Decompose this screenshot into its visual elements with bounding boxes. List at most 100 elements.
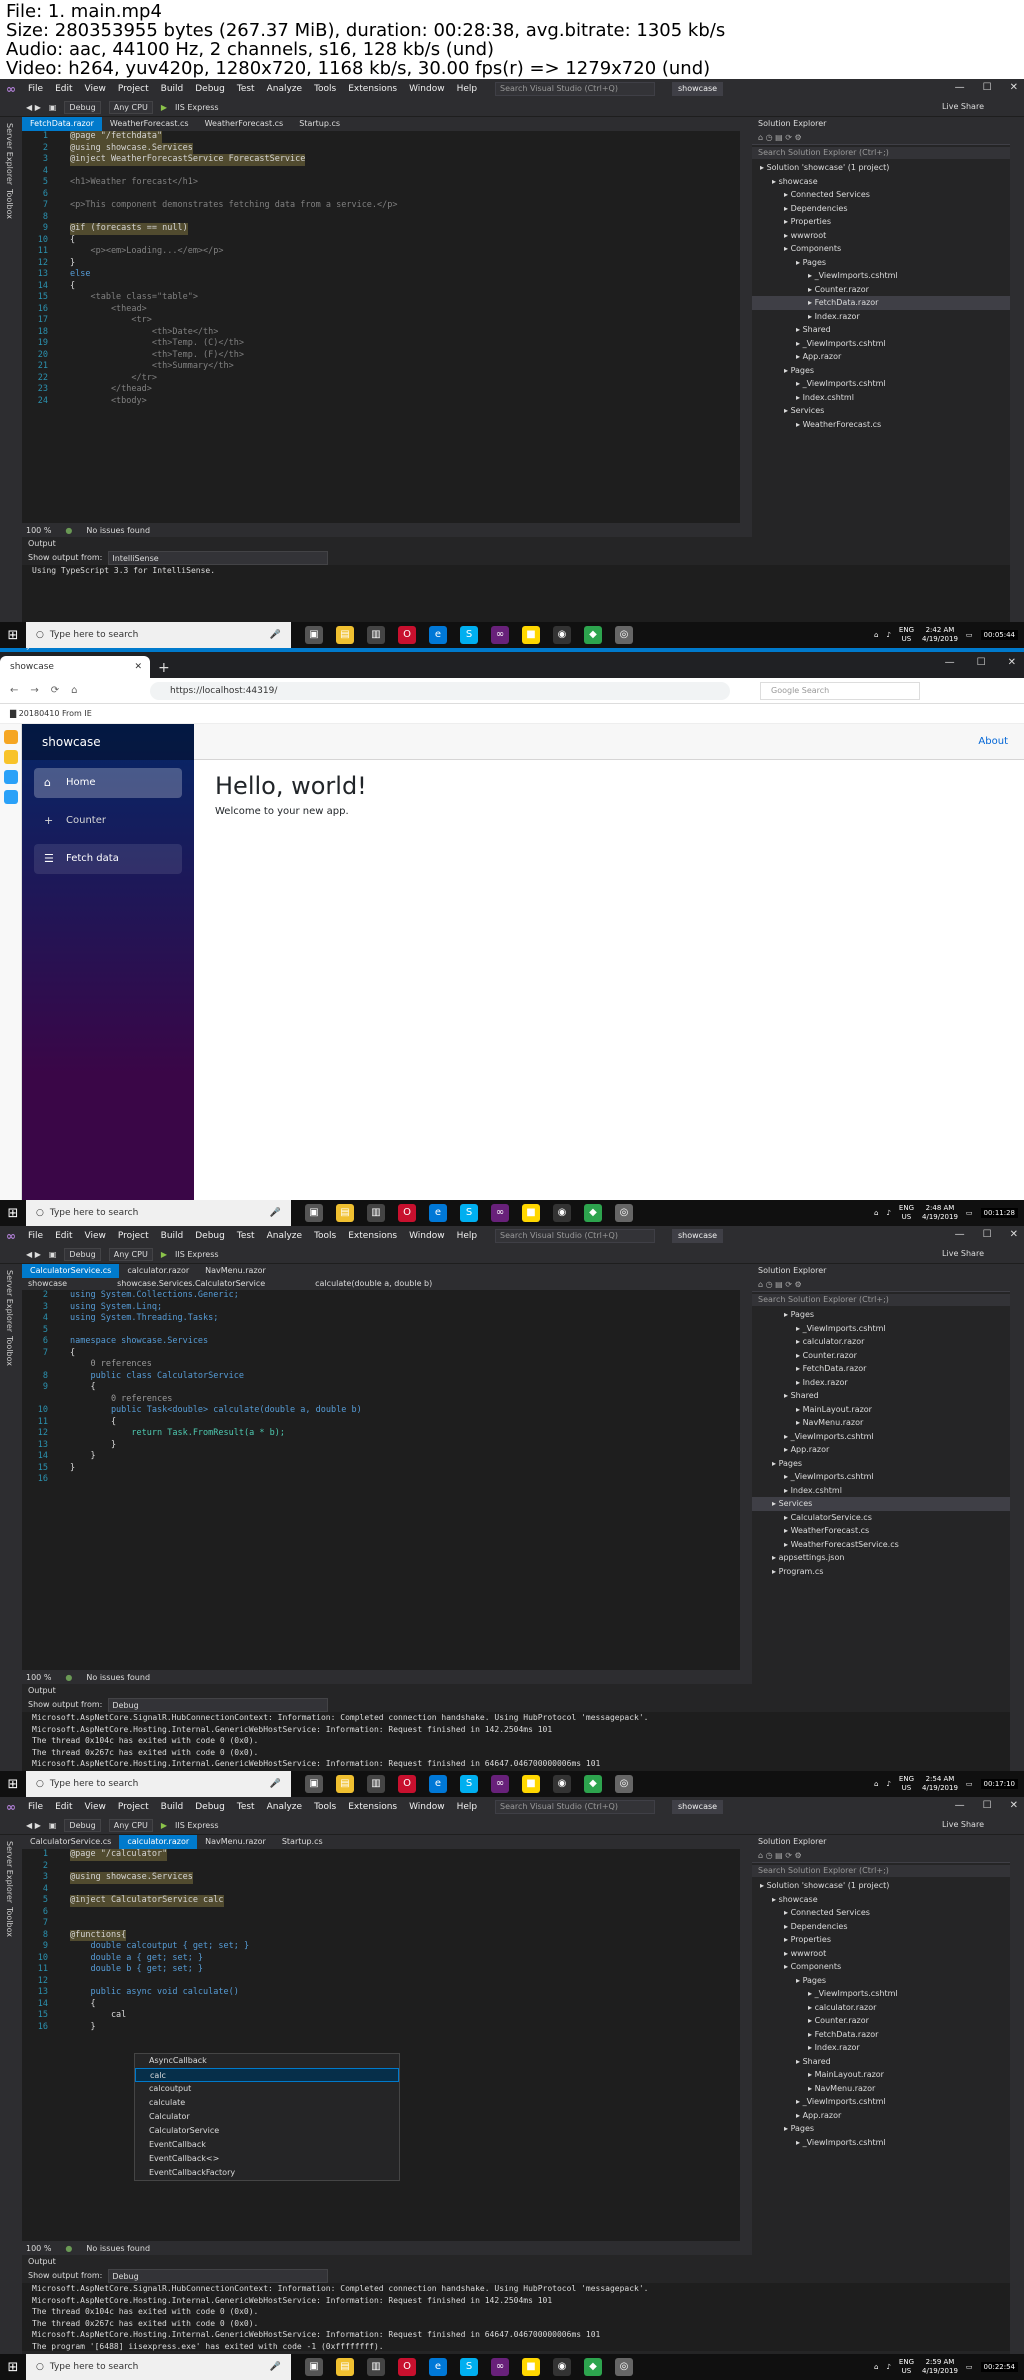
taskbar-search[interactable]: ○ Type here to search 🎤 bbox=[26, 1200, 291, 1226]
close-icon[interactable]: ✕ bbox=[1008, 657, 1016, 668]
clock[interactable]: 2:59 AM 4/19/2019 bbox=[922, 2358, 958, 2376]
nav-dropdown[interactable]: showcase bbox=[28, 1278, 67, 1290]
notifications-icon[interactable]: ▭ bbox=[966, 2363, 973, 2371]
network-icon[interactable]: ⌂ bbox=[874, 2363, 878, 2371]
code-line[interactable]: 16 bbox=[22, 1474, 740, 1486]
server-explorer-tab[interactable]: Server Explorer bbox=[5, 1270, 14, 1332]
back-icon[interactable]: ◀ ▶ bbox=[26, 103, 41, 112]
edge-icon[interactable]: e bbox=[429, 626, 447, 644]
code-line[interactable]: 4 bbox=[22, 166, 740, 178]
windows-start-icon[interactable]: ⊞ bbox=[0, 1777, 26, 1792]
code-line[interactable]: 1 @page "/calculator" bbox=[22, 1849, 740, 1861]
menu-item[interactable]: Analyze bbox=[267, 1802, 302, 1812]
zoom-level[interactable]: 100 % bbox=[26, 2244, 51, 2253]
output-source-select[interactable]: Debug bbox=[108, 2269, 329, 2283]
edge-icon[interactable]: e bbox=[429, 1204, 447, 1222]
tree-item[interactable]: ▸ Components bbox=[752, 1960, 1010, 1974]
microphone-icon[interactable]: 🎤 bbox=[270, 1208, 281, 1218]
tree-item[interactable]: ▸ showcase bbox=[752, 175, 1010, 189]
code-line[interactable]: 10 public Task<double> calculate(double … bbox=[22, 1405, 740, 1417]
solution-explorer-toolbar[interactable]: ⌂ ◷ ▤ ⟳ ⚙ bbox=[752, 131, 1010, 145]
menu-item[interactable]: Extensions bbox=[348, 1231, 397, 1241]
code-line[interactable]: 13 else bbox=[22, 269, 740, 281]
autocomplete-item[interactable]: calculate bbox=[135, 2096, 399, 2110]
visual-studio-icon[interactable]: ∞ bbox=[491, 1204, 509, 1222]
toolbox-tab[interactable]: Toolbox bbox=[5, 1336, 14, 1366]
code-line[interactable]: 6 namespace showcase.Services bbox=[22, 1336, 740, 1348]
configuration-select[interactable]: Debug bbox=[64, 1248, 101, 1261]
volume-icon[interactable]: ♪ bbox=[886, 1209, 890, 1217]
tree-item[interactable]: ▸ FetchData.razor bbox=[752, 296, 1010, 310]
code-line[interactable]: 6 bbox=[22, 1907, 740, 1919]
menu-item[interactable]: Edit bbox=[55, 1802, 72, 1812]
editor-tab[interactable]: FetchData.razor bbox=[22, 117, 102, 131]
app-icon[interactable]: ◉ bbox=[553, 1775, 571, 1793]
nav-link-home[interactable]: ⌂ Home bbox=[34, 768, 182, 798]
navigation-bar[interactable]: showcase showcase.Services.CalculatorServ… bbox=[22, 1278, 740, 1290]
menu-item[interactable]: File bbox=[28, 1802, 43, 1812]
code-editor[interactable]: CalculatorService.cs calculator.razor NavM… bbox=[22, 1264, 740, 1684]
code-line[interactable]: 2 bbox=[22, 1861, 740, 1873]
code-line[interactable]: 24 <tbody> bbox=[22, 396, 740, 408]
code-line[interactable]: 12} bbox=[22, 258, 740, 270]
maximize-icon[interactable]: ☐ bbox=[983, 1229, 992, 1240]
edge-icon[interactable]: e bbox=[429, 2358, 447, 2376]
app-gray-icon[interactable]: ◎ bbox=[615, 1204, 633, 1222]
sidebar-app-icon[interactable] bbox=[4, 770, 18, 784]
solution-explorer-toolbar[interactable]: ⌂ ◷ ▤ ⟳ ⚙ bbox=[752, 1849, 1010, 1863]
live-share-button[interactable]: Live Share bbox=[942, 102, 984, 111]
tree-item[interactable]: ▸ Pages bbox=[752, 1308, 1010, 1322]
tree-item[interactable]: ▸ Connected Services bbox=[752, 1906, 1010, 1920]
menu-item[interactable]: Extensions bbox=[348, 1802, 397, 1812]
code-line[interactable]: 4 using System.Threading.Tasks; bbox=[22, 1313, 740, 1325]
code-line[interactable]: 1 @page "/fetchdata" bbox=[22, 131, 740, 143]
editor-tab[interactable]: NavMenu.razor bbox=[197, 1835, 274, 1849]
reload-icon[interactable]: ⟳ bbox=[51, 685, 59, 696]
tree-item[interactable]: ▸ wwwroot bbox=[752, 229, 1010, 243]
code-line[interactable]: 13 public async void calculate() bbox=[22, 1987, 740, 1999]
tree-item[interactable]: ▸ calculator.razor bbox=[752, 2001, 1010, 2015]
menu-item[interactable]: Build bbox=[161, 1802, 184, 1812]
new-tab-icon[interactable]: + bbox=[158, 660, 170, 676]
tree-item[interactable]: ▸ Connected Services bbox=[752, 188, 1010, 202]
code-area[interactable]: 1 @page "/fetchdata" 2 @using showcase.Serv… bbox=[22, 131, 740, 509]
autocomplete-popup[interactable]: AsyncCallback calc calcoutput calculate Calc… bbox=[134, 2053, 400, 2181]
tree-item[interactable]: ▸ _ViewImports.cshtml bbox=[752, 2136, 1010, 2150]
code-line[interactable]: 6 bbox=[22, 189, 740, 201]
close-tab-icon[interactable]: ✕ bbox=[134, 656, 142, 678]
tree-item[interactable]: ▸ Counter.razor bbox=[752, 1349, 1010, 1363]
solution-search-input[interactable]: Search Solution Explorer (Ctrl+;) bbox=[752, 1294, 1010, 1306]
platform-select[interactable]: Any CPU bbox=[108, 1819, 153, 1832]
code-line[interactable]: 12 bbox=[22, 1976, 740, 1988]
run-icon[interactable]: ▶ bbox=[161, 103, 167, 112]
tree-item[interactable]: ▸ MainLayout.razor bbox=[752, 2068, 1010, 2082]
menu-item[interactable]: Window bbox=[409, 84, 445, 94]
editor-tab[interactable]: WeatherForecast.cs bbox=[197, 117, 292, 131]
code-line[interactable]: 14 { bbox=[22, 281, 740, 293]
code-line[interactable]: 21 <th>Summary</th> bbox=[22, 361, 740, 373]
microphone-icon[interactable]: 🎤 bbox=[270, 630, 281, 640]
skype-icon[interactable]: S bbox=[460, 1204, 478, 1222]
minimize-icon[interactable]: — bbox=[955, 1800, 965, 1811]
tree-item[interactable]: ▸ Program.cs bbox=[752, 1565, 1010, 1579]
tree-item[interactable]: ▸ Counter.razor bbox=[752, 283, 1010, 297]
editor-tab[interactable]: CalculatorService.cs bbox=[22, 1835, 119, 1849]
menu-item[interactable]: Build bbox=[161, 84, 184, 94]
app-green-icon[interactable]: ◆ bbox=[584, 1775, 602, 1793]
maximize-icon[interactable]: ☐ bbox=[977, 657, 986, 668]
tree-item[interactable]: ▸ Services bbox=[752, 1497, 1010, 1511]
code-line[interactable]: 7 <p>This component demonstrates fetching… bbox=[22, 200, 740, 212]
menu-item[interactable]: View bbox=[85, 1231, 106, 1241]
editor-tab[interactable]: calculator.razor bbox=[119, 1264, 197, 1278]
code-line[interactable]: 8 @functions{ bbox=[22, 1929, 740, 1941]
tree-item[interactable]: ▸ _ViewImports.cshtml bbox=[752, 377, 1010, 391]
editor-tab[interactable]: Startup.cs bbox=[291, 117, 348, 131]
taskbar-search[interactable]: ○ Type here to search 🎤 bbox=[26, 1771, 291, 1797]
tree-item[interactable]: ▸ Index.razor bbox=[752, 310, 1010, 324]
nav-dropdown[interactable]: calculate(double a, double b) bbox=[315, 1278, 432, 1290]
menu-item[interactable]: Build bbox=[161, 1231, 184, 1241]
autocomplete-item[interactable]: calcoutput bbox=[135, 2082, 399, 2096]
network-icon[interactable]: ⌂ bbox=[874, 1780, 878, 1788]
platform-select[interactable]: Any CPU bbox=[108, 1248, 153, 1261]
browser-tab[interactable]: showcase ✕ bbox=[0, 656, 150, 678]
